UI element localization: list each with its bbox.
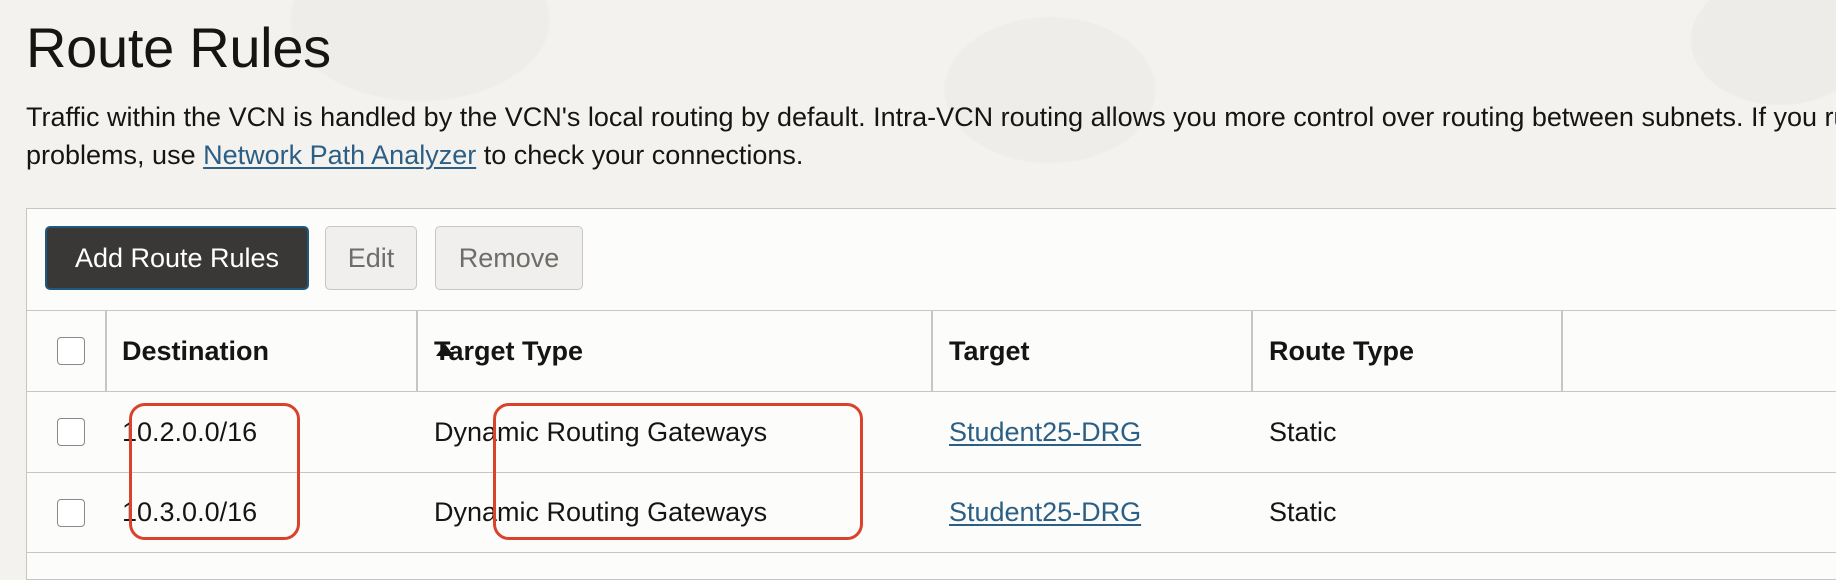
page-title: Route Rules: [26, 16, 331, 79]
add-route-rules-button[interactable]: Add Route Rules: [45, 226, 309, 290]
description-line-1: Traffic within the VCN is handled by the…: [26, 102, 1836, 132]
table-row: 10.3.0.0/16 Dynamic Routing Gateways Stu…: [27, 472, 1836, 553]
column-header-route-type[interactable]: Route Type: [1269, 311, 1414, 391]
description-text-before-link: problems, use: [26, 140, 204, 170]
page-description: Traffic within the VCN is handled by the…: [26, 98, 1836, 174]
row-checkbox[interactable]: [57, 418, 85, 446]
column-divider: [1251, 311, 1253, 391]
table-header-row: Destination Target Type Target Route Typ…: [27, 310, 1836, 391]
description-text-after-link: to check your connections.: [476, 140, 804, 170]
route-rules-table: Destination Target Type Target Route Typ…: [27, 310, 1836, 553]
cell-target-link[interactable]: Student25-DRG: [949, 392, 1141, 472]
column-header-destination[interactable]: Destination: [122, 311, 269, 391]
description-line-2: problems, use Network Path Analyzer to c…: [26, 136, 1836, 174]
column-header-target[interactable]: Target: [949, 311, 1030, 391]
table-row: 10.2.0.0/16 Dynamic Routing Gateways Stu…: [27, 391, 1836, 472]
cell-target-link[interactable]: Student25-DRG: [949, 473, 1141, 552]
column-divider: [1561, 311, 1563, 391]
cell-route-type: Static: [1269, 497, 1337, 527]
row-checkbox[interactable]: [57, 499, 85, 527]
route-rules-panel: Add Route Rules Edit Remove Destination …: [26, 208, 1836, 580]
network-path-analyzer-link[interactable]: Network Path Analyzer: [203, 140, 476, 170]
column-divider: [416, 311, 418, 391]
cell-target-type: Dynamic Routing Gateways: [434, 497, 768, 527]
cell-destination: 10.2.0.0/16: [122, 416, 258, 447]
column-header-target-type[interactable]: Target Type: [434, 311, 583, 391]
column-divider: [105, 311, 107, 391]
cell-destination: 10.3.0.0/16: [122, 497, 258, 527]
remove-button[interactable]: Remove: [435, 226, 583, 290]
cell-target-type: Dynamic Routing Gateways: [434, 416, 768, 447]
column-divider: [931, 311, 933, 391]
cell-route-type: Static: [1269, 416, 1337, 447]
edit-button[interactable]: Edit: [325, 226, 417, 290]
select-all-checkbox[interactable]: [57, 337, 85, 365]
